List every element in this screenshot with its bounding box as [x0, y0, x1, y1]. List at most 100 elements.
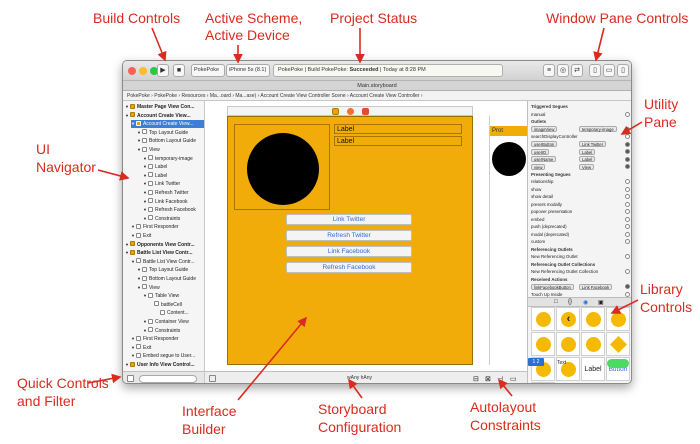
connection-circle-icon[interactable] — [625, 269, 630, 274]
connection-circle-icon[interactable] — [625, 149, 630, 154]
inspector-connection-row[interactable]: New Referencing Outlet Collection — [531, 268, 631, 275]
refresh-twitter-button[interactable]: Refresh Twitter — [286, 230, 412, 241]
inspector-connection-row[interactable]: popover presentation — [531, 208, 631, 215]
outline-row[interactable]: battleCell — [149, 301, 204, 309]
device-selector[interactable]: iPhone 5s (8.1) — [226, 64, 270, 77]
outline-row[interactable]: ▼ Link Twitter — [143, 180, 204, 188]
outline-row[interactable]: ▼ Refresh Twitter — [143, 189, 204, 197]
outline-row[interactable]: ▼ Container View — [143, 318, 204, 326]
inspector-connection-row[interactable]: embed — [531, 216, 631, 223]
stop-button[interactable]: ■ — [173, 64, 185, 77]
inspector-connection-row[interactable]: present modally — [531, 201, 631, 208]
close-window-button[interactable] — [128, 67, 136, 75]
run-button[interactable]: ▶ — [157, 64, 169, 77]
connection-target[interactable]: Link Facebook — [579, 283, 613, 290]
refresh-facebook-button[interactable]: Refresh Facebook — [286, 262, 412, 273]
interface-builder-canvas[interactable]: Label Label Link Twitter Refresh Twitter… — [205, 101, 527, 371]
outline-row[interactable]: ▼ Bottom Layout Guide — [137, 137, 204, 145]
outline-row[interactable]: ▼ Exit — [131, 232, 204, 240]
link-facebook-button[interactable]: Link Facebook — [286, 246, 412, 257]
outline-row[interactable]: ▼ First Responder — [131, 223, 204, 231]
connection-circle-icon[interactable] — [625, 156, 630, 162]
connection-circle-icon[interactable] — [625, 111, 630, 117]
connection-target[interactable]: View — [579, 163, 595, 170]
object-library[interactable]: ‹ Label Button — [531, 307, 631, 383]
connection-target[interactable]: Link Twitter — [579, 141, 607, 147]
show-outline-icon[interactable] — [209, 375, 216, 382]
navigator-filter-bar[interactable] — [123, 371, 205, 383]
assistant-editor-button[interactable]: ◎ — [557, 64, 569, 77]
temporary-image-view[interactable] — [234, 124, 330, 210]
user-id-label[interactable]: Label — [334, 136, 462, 146]
document-outline[interactable]: ▼ Master Page View Con... ▼ Account Create … — [123, 101, 205, 371]
inspector-connection-row[interactable]: manual — [531, 111, 631, 118]
connection-target[interactable]: Label — [579, 148, 596, 155]
connections-inspector[interactable]: Triggered Segues manual Outlets imageView te… — [528, 101, 631, 297]
inspector-connection-row[interactable]: userButton Link Twitter — [531, 141, 631, 148]
connection-circle-icon[interactable] — [625, 194, 630, 199]
outline-row[interactable]: ▼ View — [137, 284, 204, 292]
user-name-label[interactable]: Label — [334, 124, 462, 134]
lib-tab-bar-controller[interactable] — [531, 332, 555, 356]
inspector-connection-row[interactable]: linkFacebookButton Link Facebook — [531, 283, 631, 290]
size-class-control[interactable]: wAny hAny — [347, 372, 372, 383]
inspector-connection-row[interactable]: show detail — [531, 193, 631, 200]
inspector-connection-row[interactable]: relationship — [531, 178, 631, 185]
outline-row[interactable]: ▼ Bottom Layout Guide — [137, 275, 204, 283]
connection-circle-icon[interactable] — [625, 209, 630, 214]
tab-main-storyboard[interactable]: Main.storyboard — [123, 81, 631, 91]
connection-circle-icon[interactable] — [625, 164, 630, 169]
inspector-connection-row[interactable]: show — [531, 186, 631, 193]
inspector-connection-row[interactable]: userID Label — [531, 148, 631, 155]
connection-circle-icon[interactable] — [625, 239, 630, 244]
lib-table-view-controller[interactable] — [581, 307, 605, 331]
utility-pane[interactable]: Triggered Segues manual Outlets imageView te… — [527, 101, 631, 383]
outline-row[interactable]: Content... — [155, 309, 204, 317]
lib-page-view-controller[interactable] — [581, 332, 605, 356]
lib-view-controller[interactable] — [531, 307, 555, 331]
connection-target[interactable]: temporary-image — [579, 126, 617, 132]
jump-bar[interactable]: PokePoke › PokePoke › Resources › Ma...o… — [123, 91, 631, 101]
view-controller-icon[interactable] — [332, 108, 339, 115]
account-create-scene[interactable]: Label Label Link Twitter Refresh Twitter… — [227, 116, 473, 365]
exit-icon[interactable] — [362, 108, 369, 115]
inspector-connection-row[interactable]: searchDisplayController — [531, 133, 631, 140]
connection-circle-icon[interactable] — [625, 254, 630, 259]
outline-row[interactable]: ▼ Exit — [131, 344, 204, 352]
connection-circle-icon[interactable] — [625, 126, 630, 132]
align-constraints-icon[interactable]: ⊟ — [473, 373, 479, 383]
outline-row[interactable]: ▼ Link Facebook — [143, 198, 204, 206]
lib-label[interactable]: Label — [581, 357, 605, 381]
lib-collection-view-controller[interactable] — [606, 307, 630, 331]
outline-row[interactable]: ▼ User Info View Control... — [125, 361, 204, 369]
inspector-connection-row[interactable]: userName Label — [531, 156, 631, 163]
connection-circle-icon[interactable] — [625, 201, 630, 207]
connection-circle-icon[interactable] — [625, 179, 630, 184]
connection-circle-icon[interactable] — [625, 224, 630, 229]
toggle-debug-button[interactable]: ▭ — [603, 64, 615, 77]
inspector-connection-row[interactable]: modal (deprecated) — [531, 231, 631, 238]
resizing-behavior-icon[interactable]: ▭ — [510, 373, 517, 383]
outline-row[interactable]: ▼ View — [137, 146, 204, 154]
filter-field[interactable] — [139, 375, 197, 383]
outline-toggle-icon[interactable] — [127, 375, 134, 382]
resolve-issues-icon[interactable]: ⊣ — [497, 373, 503, 383]
library-tabs[interactable]: □ {} ◉ ▣ — [528, 297, 631, 307]
toggle-utilities-button[interactable]: ▯ — [617, 64, 629, 77]
connection-circle-icon[interactable] — [625, 134, 630, 139]
minimize-window-button[interactable] — [139, 67, 147, 75]
outline-row[interactable]: ▼ Top Layout Guide — [137, 266, 204, 274]
outline-row[interactable]: ▼ Label — [143, 172, 204, 180]
outline-row[interactable]: ▼ Table View — [143, 292, 204, 300]
connection-circle-icon[interactable] — [625, 284, 630, 289]
lib-object[interactable] — [606, 332, 630, 356]
media-library-icon[interactable]: ▣ — [598, 299, 604, 306]
inspector-connection-row[interactable]: custom — [531, 238, 631, 245]
outline-row[interactable]: ▼ Battle List View Contr... — [125, 249, 204, 257]
link-twitter-button[interactable]: Link Twitter — [286, 214, 412, 225]
connection-circle-icon[interactable] — [625, 186, 630, 192]
code-snippet-icon[interactable]: {} — [568, 299, 572, 305]
first-responder-icon[interactable] — [347, 108, 354, 115]
outline-row[interactable]: ▼ Constraints — [143, 215, 204, 223]
outline-row[interactable]: ▼ Account Create View... — [131, 120, 204, 129]
